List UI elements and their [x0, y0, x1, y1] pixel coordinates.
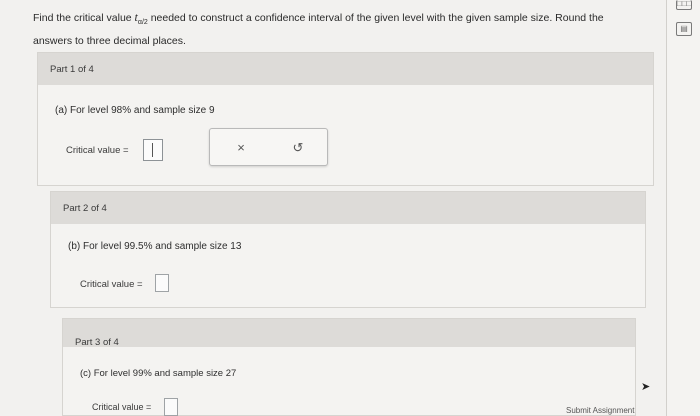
question-page: Find the critical value tα/2 needed to c…: [0, 0, 666, 416]
part-1-question: (a) For level 98% and sample size 9: [55, 105, 215, 116]
answer-toolbar: × ↺: [209, 128, 328, 166]
part-2-header: Part 2 of 4: [51, 192, 645, 224]
undo-icon[interactable]: ↺: [288, 138, 308, 158]
t-subscript: α/2: [137, 19, 148, 27]
part-3-header: Part 3 of 4: [63, 319, 635, 348]
part-2-critical-value-label: Critical value =: [80, 279, 143, 290]
part-1-header: Part 1 of 4: [38, 53, 653, 85]
part-3-critical-value-label: Critical value =: [92, 402, 152, 412]
clear-icon[interactable]: ×: [231, 138, 251, 158]
calculator-icon[interactable]: ▤: [676, 22, 692, 36]
instructions-line1-pre: Find the critical value: [33, 12, 135, 24]
sidebar: □□□ ▤: [666, 0, 700, 416]
cursor-icon: ➤: [641, 381, 651, 393]
instructions: Find the critical value tα/2 needed to c…: [33, 8, 633, 51]
part-2-question: (b) For level 99.5% and sample size 13: [68, 241, 242, 252]
instructions-line1-post: needed to construct a confidence interva…: [147, 12, 604, 24]
part-3-question: (c) For level 99% and sample size 27: [80, 368, 237, 379]
part-1-critical-value-label: Critical value =: [66, 145, 129, 156]
part-2-answer-input[interactable]: [155, 274, 169, 292]
part-1-panel: Part 1 of 4: [37, 52, 654, 186]
instructions-line2: answers to three decimal places.: [33, 35, 186, 48]
toolbar-grid-icon[interactable]: □□□: [676, 0, 692, 10]
part-3-answer-input[interactable]: [164, 398, 178, 416]
submit-assignment-button[interactable]: Submit Assignment: [566, 406, 634, 415]
part-1-answer-input[interactable]: [143, 139, 163, 161]
